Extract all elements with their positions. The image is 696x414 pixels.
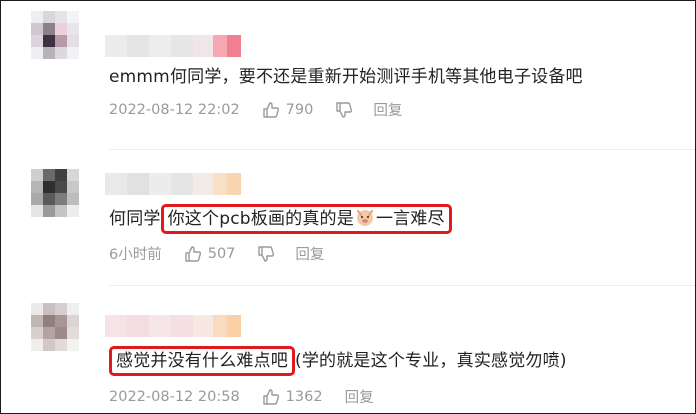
highlighted-text: 你这个pcb板画的真的是 <box>167 209 354 229</box>
highlighted-text: 一言难尽 <box>375 209 445 229</box>
divider <box>109 149 695 150</box>
comment-meta: 2022-08-12 22:02 790 回复 <box>109 99 402 120</box>
like-count: 1362 <box>285 388 323 405</box>
username-blurred[interactable] <box>105 35 241 57</box>
comment-time: 2022-08-12 20:58 <box>109 388 240 405</box>
comment-text: 感觉并没有什么难点吧 (学的就是这个专业，真实感觉勿喷) <box>109 346 567 376</box>
comment-meta: 2022-08-12 20:58 1362 回复 <box>109 386 374 407</box>
highlighted-text: 感觉并没有什么难点吧 <box>116 351 288 371</box>
reply-button[interactable]: 回复 <box>345 386 374 407</box>
comment-item: 何同学 你这个pcb板画的真的是 一言难尽 6小时前 507 回复 <box>1 151 695 281</box>
thumbs-down-icon[interactable] <box>335 101 353 119</box>
highlight-box: 你这个pcb板画的真的是 一言难尽 <box>160 204 452 234</box>
thumbs-up-icon[interactable] <box>184 245 202 263</box>
avatar[interactable] <box>31 303 79 351</box>
username-blurred[interactable] <box>105 315 241 337</box>
comment-meta: 6小时前 507 回复 <box>109 243 324 264</box>
thumbs-down-icon[interactable] <box>257 245 275 263</box>
username-blurred[interactable] <box>105 173 241 195</box>
thumbs-up-icon[interactable] <box>262 388 280 406</box>
pig-face-emoji <box>356 209 374 226</box>
avatar[interactable] <box>31 11 79 59</box>
comment-item: 感觉并没有什么难点吧 (学的就是这个专业，真实感觉勿喷) 2022-08-12 2… <box>1 287 695 413</box>
comment-text-suffix: (学的就是这个专业，真实感觉勿喷) <box>295 351 567 371</box>
reply-button[interactable]: 回复 <box>295 243 324 264</box>
comment-time: 2022-08-12 22:02 <box>109 101 240 118</box>
comment-item: emmm何同学，要不还是重新开始测评手机等其他电子设备吧 2022-08-12 … <box>1 1 695 141</box>
like-count: 507 <box>207 245 236 262</box>
highlight-box: 感觉并没有什么难点吧 <box>109 346 295 376</box>
comment-text: 何同学 你这个pcb板画的真的是 一言难尽 <box>109 204 452 234</box>
comment-time: 6小时前 <box>109 247 162 263</box>
reply-button[interactable]: 回复 <box>373 99 402 120</box>
comment-text-prefix: 何同学 <box>109 209 161 229</box>
avatar[interactable] <box>31 169 79 217</box>
thumbs-up-icon[interactable] <box>262 101 280 119</box>
comment-section: emmm何同学，要不还是重新开始测评手机等其他电子设备吧 2022-08-12 … <box>0 0 696 414</box>
divider <box>109 285 695 286</box>
comment-text: emmm何同学，要不还是重新开始测评手机等其他电子设备吧 <box>109 67 583 87</box>
like-count: 790 <box>285 101 314 118</box>
